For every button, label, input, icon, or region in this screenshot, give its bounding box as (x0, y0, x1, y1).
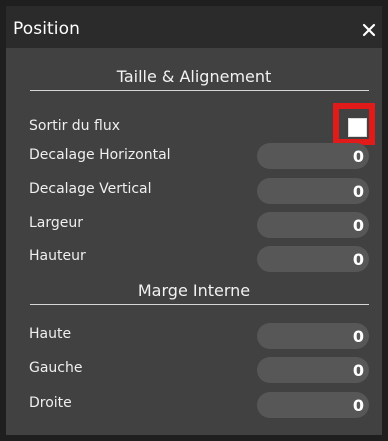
margin-left-label: Gauche (29, 360, 83, 376)
margin-right-label: Droite (29, 395, 72, 411)
height-input[interactable] (257, 246, 369, 272)
offset-horizontal-label: Decalage Horizontal (29, 147, 171, 163)
section-divider (30, 90, 369, 91)
panel-titlebar: Position (6, 6, 382, 48)
width-label: Largeur (29, 215, 84, 231)
section-title-size-alignment: Taille & Alignement (116, 67, 272, 86)
height-label: Hauteur (29, 248, 86, 264)
margin-left-input[interactable] (257, 357, 369, 383)
out-of-flow-checkbox[interactable] (348, 118, 367, 137)
offset-vertical-label: Decalage Vertical (29, 181, 152, 197)
section-title-inner-margin: Marge Interne (137, 281, 251, 300)
margin-right-input[interactable] (257, 392, 369, 418)
close-icon[interactable] (361, 22, 377, 38)
out-of-flow-label: Sortir du flux (29, 118, 120, 134)
offset-horizontal-input[interactable] (257, 143, 369, 169)
offset-vertical-input[interactable] (257, 178, 369, 204)
width-input[interactable] (257, 212, 369, 238)
position-panel: Position Taille & Alignement Sortir du f… (0, 0, 388, 441)
panel-title: Position (13, 19, 80, 39)
margin-top-input[interactable] (257, 323, 369, 349)
section-divider (30, 304, 369, 305)
position-panel-body: Position Taille & Alignement Sortir du f… (6, 6, 382, 435)
margin-top-label: Haute (29, 326, 72, 342)
